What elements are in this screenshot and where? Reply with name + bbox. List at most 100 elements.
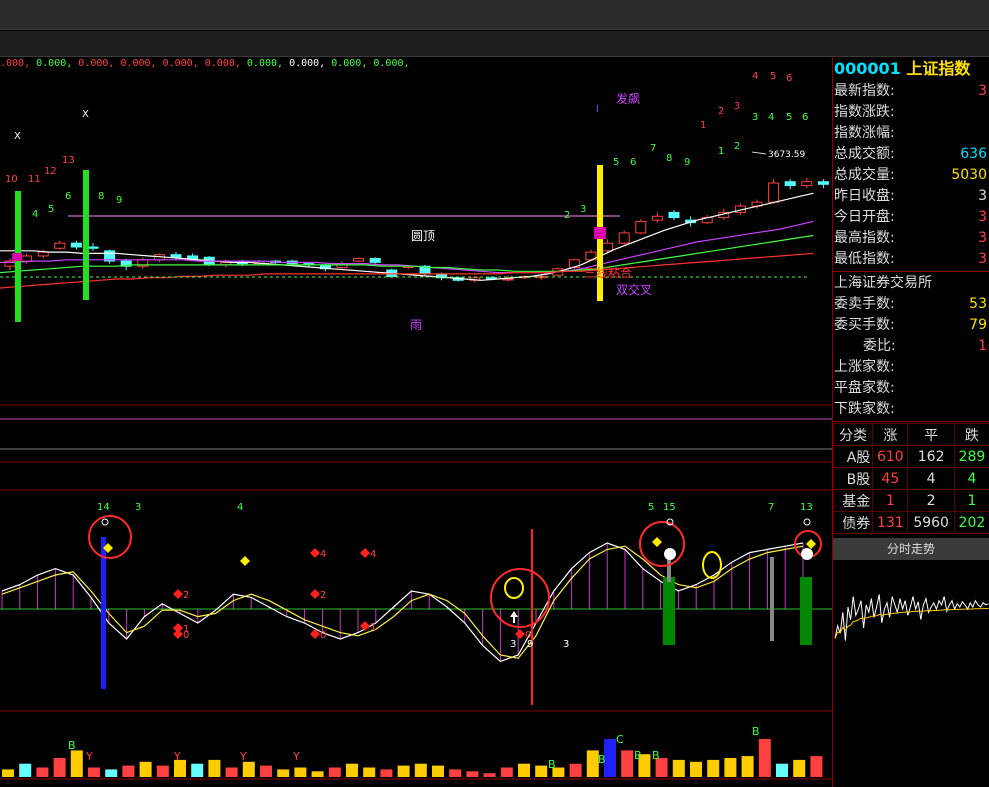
candle-body — [618, 232, 630, 244]
stat-row: 下跌家数: — [833, 399, 989, 420]
indicator-value: 0.000, — [156, 58, 199, 69]
stat-row: 昨日收盘: 3 — [833, 186, 989, 207]
volume-letter: Y — [239, 750, 247, 763]
candle-body — [784, 181, 796, 187]
indicator-values: .000, 0.000, 0.000, 0.000, 0.000, 0.000,… — [0, 58, 410, 72]
candle-body — [353, 258, 365, 262]
volume-bar — [311, 771, 324, 777]
volume-bar — [466, 771, 479, 777]
stat-label: 指数涨跌: — [834, 104, 895, 120]
volume-bar — [535, 765, 548, 777]
row-up: 131 — [872, 511, 909, 534]
intraday-price-line — [834, 594, 989, 641]
category-table-header: 分类 涨 平 跌 — [832, 423, 989, 446]
volume-bar — [414, 763, 427, 777]
count-number: 5 — [48, 204, 54, 215]
count-number: 1 — [700, 120, 706, 131]
row-category: B股 — [832, 467, 874, 490]
highlight-circle — [639, 521, 685, 567]
tab-intraday[interactable]: 分时走势 — [833, 538, 989, 560]
pattern-label: 双交叉 — [616, 282, 652, 297]
stat-row: 委买手数: 79 — [833, 315, 989, 336]
osc-red-diamond — [173, 589, 183, 599]
index-stats: 最新指数: 3 指数涨跌: 指数涨幅: 总成交额: 636 总成交量: 5030 昨日收盘: 3 今… — [833, 81, 989, 270]
indicator-value: 0.000, — [30, 58, 73, 69]
stat-row: 最低指数: 3 — [833, 249, 989, 270]
osc-diamond-label: 2 — [320, 590, 326, 601]
count-number: 2 — [564, 210, 570, 221]
intraday-mini-chart[interactable] — [833, 560, 989, 770]
stat-row: 平盘家数: — [833, 378, 989, 399]
osc-flag-marker — [664, 548, 676, 560]
stat-label: 总成交额: — [834, 146, 895, 162]
count-number: 6 — [786, 73, 792, 84]
kline-chart-area[interactable]: 10 11 12 13 4 5 6 8 9 2 3 5 6 7 8 9 1 2 3 4 5 6 1 2 3 4 5 6 X X I 圆顶雨发飙… — [0, 57, 832, 787]
volume-bar — [483, 773, 496, 777]
osc-line-white — [1, 542, 804, 663]
row-down: 4 — [953, 467, 989, 490]
volume-bar — [225, 767, 238, 777]
volume-bar — [449, 769, 462, 777]
highlight-circle — [88, 515, 132, 559]
table-row: 债券 131 5960 202 — [832, 511, 989, 534]
count-number: 5 — [786, 112, 792, 123]
osc-bottom-number: 3 — [563, 639, 569, 650]
volume-bar — [156, 765, 169, 777]
header-category: 分类 — [832, 423, 874, 446]
volume-bar — [191, 763, 204, 777]
stat-value: 5030 — [951, 167, 987, 183]
secondary-toolbar — [0, 31, 989, 57]
row-up: 1 — [872, 489, 909, 512]
count-number: 12 — [44, 166, 57, 177]
cross-marker: X — [82, 109, 89, 120]
count-number: 8 — [98, 191, 104, 202]
osc-diamond-label: 4 — [370, 549, 376, 560]
stat-row: 指数涨跌: — [833, 102, 989, 123]
highlight-ellipse — [702, 551, 722, 579]
intraday-mini-svg — [834, 594, 989, 641]
volume-letter: Y — [85, 750, 93, 763]
volume-bar — [432, 765, 444, 777]
osc-signal-bar-blue — [101, 537, 106, 689]
volume-bar — [36, 767, 49, 777]
stat-label: 委卖手数: — [834, 296, 895, 312]
osc-diamond — [652, 537, 662, 547]
stat-value: 53 — [969, 296, 987, 312]
osc-count-number: 14 — [97, 502, 110, 513]
count-number: 8 — [666, 153, 672, 164]
pattern-label: 圆顶 — [411, 229, 435, 243]
stat-value: 79 — [969, 317, 987, 333]
count-number: 5 — [613, 157, 619, 168]
candle-body — [817, 181, 829, 185]
row-category: 基金 — [832, 489, 874, 512]
stat-row: 最高指数: 3 — [833, 228, 989, 249]
osc-count-number: 5 — [648, 502, 654, 513]
osc-diamond — [806, 539, 816, 549]
volume-bar — [672, 759, 685, 777]
category-table: 分类 涨 平 跌 A股 610 162 289 B股 45 4 4 基金 1 2… — [832, 423, 989, 534]
stock-title: 000001 上证指数 — [833, 57, 989, 81]
count-number: 2 — [718, 106, 724, 117]
volume-letter: B — [652, 749, 660, 762]
volume-bar — [122, 765, 135, 777]
osc-signal-bar-green — [800, 577, 812, 645]
volume-bar — [397, 765, 410, 777]
stat-row: 总成交额: 636 — [833, 144, 989, 165]
header-flat: 平 — [907, 423, 955, 446]
volume-bar — [621, 750, 634, 777]
divider — [833, 421, 989, 422]
volume-bar — [380, 769, 393, 777]
volume-bar — [2, 769, 14, 777]
row-down: 202 — [953, 511, 989, 534]
count-number: 3 — [734, 101, 740, 112]
count-number: 2 — [734, 141, 740, 152]
i-marker: I — [596, 104, 599, 115]
osc-red-diamond — [360, 621, 370, 631]
osc-red-diamond — [360, 548, 370, 558]
kline-chart[interactable]: 10 1112134 56 8 9235 678 91 23 4 5 612 34 5 6XX I圆顶雨发飙… — [0, 57, 832, 787]
row-category: A股 — [832, 445, 874, 468]
row-flat: 162 — [907, 445, 955, 468]
candle-body — [602, 242, 614, 252]
volume-bar — [277, 769, 290, 777]
stat-row: 今日开盘: 3 — [833, 207, 989, 228]
